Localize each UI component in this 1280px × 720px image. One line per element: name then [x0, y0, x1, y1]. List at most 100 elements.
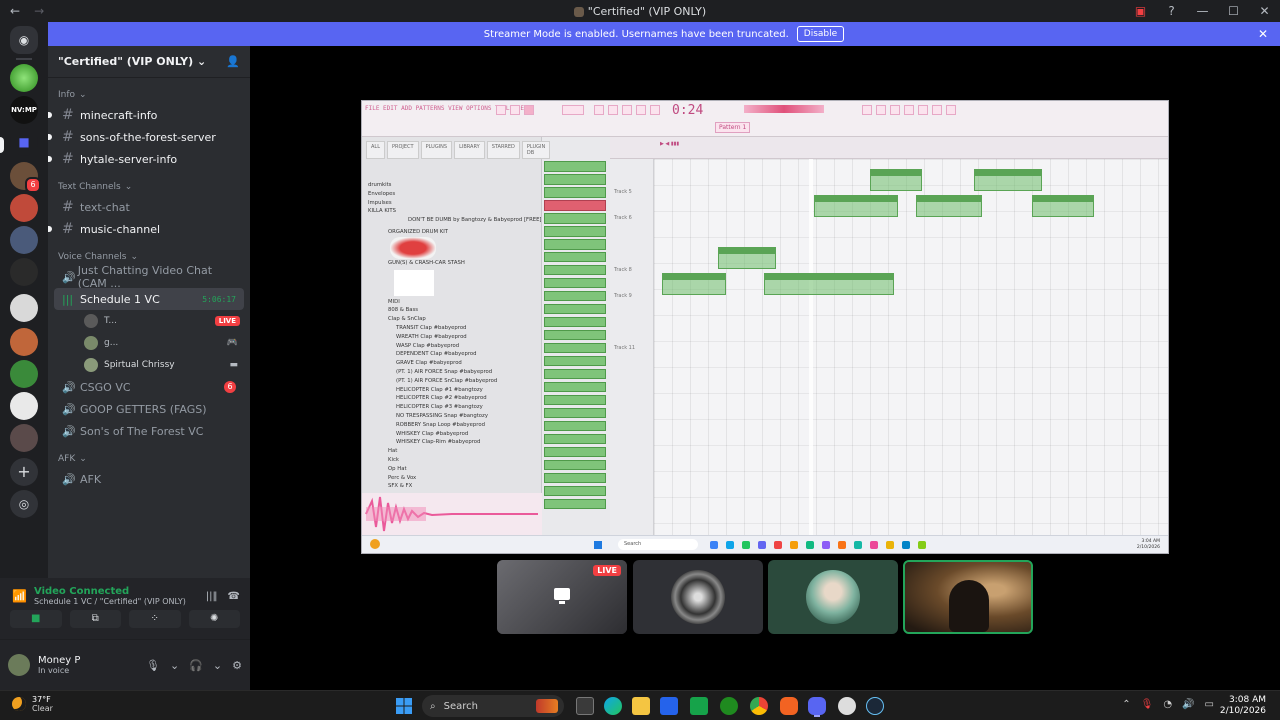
headphones-icon[interactable]: 🎧	[189, 659, 203, 672]
activities-button[interactable]: ⁘	[129, 610, 181, 628]
discover-icon[interactable]: ◎	[10, 490, 38, 518]
voice-user[interactable]: Spirtual Chrissy ▬	[54, 354, 244, 376]
microphone-icon[interactable]: 🎙	[146, 659, 160, 672]
fl-tree-item: SFX & FX	[388, 483, 413, 490]
participant-tile[interactable]	[768, 560, 898, 634]
avatar	[84, 336, 98, 350]
close-icon[interactable]: ✕	[1258, 27, 1268, 41]
channel-minecraft-info[interactable]: # minecraft-info	[48, 104, 244, 126]
maximize-icon[interactable]: ☐	[1218, 4, 1249, 18]
chevron-down-icon[interactable]: ⌄	[170, 659, 179, 672]
task-view-icon[interactable]	[576, 697, 594, 715]
fl-browser-tree: drumkits Envelopes Impulses KILLA KITS D…	[362, 181, 541, 491]
participant-tile[interactable]	[633, 560, 763, 634]
fl-tool-icon	[608, 105, 618, 115]
taskbar-search[interactable]: ⌕ Search	[422, 695, 564, 717]
discord-home-icon[interactable]: ◉	[10, 26, 38, 54]
category-text-channels[interactable]: Text Channels ⌄	[48, 178, 250, 196]
app-icon[interactable]	[838, 697, 856, 715]
category-afk[interactable]: AFK ⌄	[48, 450, 250, 468]
gamepad-icon: 🎮	[226, 338, 238, 348]
minecraft-icon[interactable]	[690, 697, 708, 715]
channel-text-chat[interactable]: # text-chat	[54, 196, 244, 218]
voice-channel-just-chatting[interactable]: 🔊 Just Chatting Video Chat (CAM ...	[54, 264, 244, 290]
file-explorer-icon[interactable]	[632, 697, 650, 715]
voice-location[interactable]: Schedule 1 VC / "Certified" (VIP ONLY)	[34, 597, 186, 606]
channel-hytale-server-info[interactable]: # hytale-server-info	[48, 148, 244, 170]
server-certified[interactable]: ■	[10, 128, 38, 156]
disconnect-icon[interactable]: ☎	[228, 591, 240, 602]
server-icon[interactable]: 6	[10, 162, 41, 193]
soundboard-button[interactable]: ✺	[188, 610, 240, 628]
disable-streamer-button[interactable]: Disable	[796, 26, 845, 42]
category-info[interactable]: Info ⌄	[48, 86, 250, 104]
help-icon[interactable]: ?	[1156, 4, 1187, 18]
fl-waveform	[362, 493, 542, 535]
screen-share-button[interactable]: ⧉	[69, 610, 121, 628]
windows-start-icon[interactable]	[396, 698, 412, 714]
mention-badge: 6	[25, 177, 41, 193]
server-icon[interactable]	[10, 258, 38, 286]
weather-widget[interactable]: 37°F Clear	[12, 695, 53, 713]
chrome-icon[interactable]	[750, 697, 768, 715]
fl-channel	[544, 394, 606, 406]
voice-user[interactable]: T... LIVE	[54, 310, 244, 332]
server-icon[interactable]	[10, 294, 38, 322]
steam-icon[interactable]	[866, 697, 884, 715]
fl-browser: ALL PROJECT PLUGINS LIBRARY STARRED PLUGIN DB…	[362, 137, 551, 535]
participant-tile-camera[interactable]	[903, 560, 1033, 634]
server-icon[interactable]	[10, 194, 38, 222]
edge-icon[interactable]	[604, 697, 622, 715]
fl-tree-item: NO TRESPASSING Snap #bangtozy	[396, 412, 488, 419]
voice-user[interactable]: g... 🎮	[54, 332, 244, 354]
microphone-icon[interactable]: 🎙	[1141, 699, 1154, 710]
gear-icon[interactable]: ⚙	[232, 659, 242, 672]
shared-screen-stream[interactable]: FILE EDIT ADD PATTERNS VIEW OPTIONS TOOL…	[361, 100, 1169, 554]
server-header[interactable]: "Certified" (VIP ONLY) ⌄ 👤	[48, 46, 250, 78]
voice-channel-schedule[interactable]: ||| Schedule 1 VC 5:06:17	[54, 288, 244, 310]
weather-temp: 37°F	[32, 695, 51, 704]
camera-button[interactable]: ■	[10, 610, 62, 628]
server-nvmp[interactable]: NV:MP	[10, 96, 38, 124]
username[interactable]: Money P	[38, 655, 80, 666]
voice-channel-afk[interactable]: 🔊 AFK	[54, 468, 244, 490]
fl-tool-icon	[594, 105, 604, 115]
voice-channel-sons[interactable]: 🔊 Son's of The Forest VC	[54, 420, 244, 442]
brave-icon[interactable]	[780, 697, 798, 715]
forward-arrow-icon[interactable]: →	[34, 4, 44, 18]
volume-icon[interactable]: 🔊	[1182, 699, 1194, 710]
participant-tile-stream[interactable]: LIVE	[497, 560, 627, 634]
add-member-icon[interactable]: 👤	[226, 55, 240, 68]
waveform-graphic	[365, 496, 538, 532]
voice-channel-goop[interactable]: 🔊 GOOP GETTERS (FAGS)	[54, 398, 244, 420]
taskbar-clock[interactable]: 3:08 AM 2/10/2026	[1220, 695, 1266, 717]
inbox-icon[interactable]: ▣	[1125, 4, 1156, 18]
close-icon[interactable]: ✕	[1249, 4, 1280, 18]
battery-icon[interactable]: ▭	[1205, 699, 1214, 710]
server-icon[interactable]	[10, 226, 38, 254]
add-server-icon[interactable]: +	[10, 458, 38, 486]
avatar[interactable]	[8, 654, 30, 676]
chevron-up-icon[interactable]: ⌃	[1122, 699, 1130, 710]
voice-channel-csgo[interactable]: 🔊 CSGO VC 6	[54, 376, 244, 398]
noise-suppression-icon[interactable]: ||‖	[206, 591, 218, 602]
back-arrow-icon[interactable]: ←	[10, 4, 20, 18]
server-icon[interactable]	[10, 64, 38, 92]
xbox-icon[interactable]	[720, 697, 738, 715]
minimize-icon[interactable]: —	[1187, 4, 1218, 18]
server-icon[interactable]	[10, 424, 38, 452]
chevron-down-icon[interactable]: ⌄	[213, 659, 222, 672]
server-icon[interactable]	[10, 328, 38, 356]
discord-icon[interactable]	[808, 697, 826, 715]
channel-music-channel[interactable]: # music-channel	[48, 218, 244, 240]
server-icon[interactable]	[10, 392, 38, 420]
server-icon[interactable]	[10, 360, 38, 388]
app-icon	[838, 541, 846, 549]
store-icon[interactable]	[660, 697, 678, 715]
voice-status[interactable]: Video Connected	[34, 586, 186, 597]
fl-channel	[544, 251, 606, 263]
channel-sons-of-the-forest-server[interactable]: # sons-of-the-forest-server	[48, 126, 244, 148]
fl-meter	[744, 105, 824, 113]
wifi-icon[interactable]: ◔	[1163, 699, 1172, 710]
signal-icon[interactable]: 📶	[12, 589, 34, 603]
